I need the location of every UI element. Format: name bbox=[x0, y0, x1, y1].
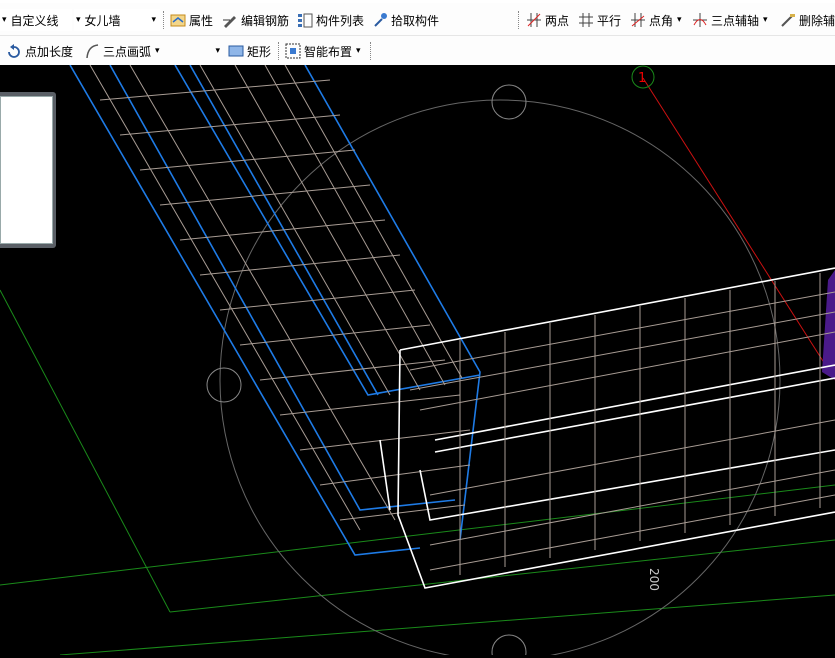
chevron-down-icon: ▾ bbox=[76, 15, 81, 25]
axis-type-value: 自定义线 bbox=[10, 13, 59, 28]
edit-rebar-button[interactable]: 编辑钢筋 bbox=[222, 9, 289, 31]
list-icon bbox=[298, 13, 313, 28]
delete-aux-label: 删除辅 bbox=[799, 13, 835, 28]
chevron-down-icon: ▾ bbox=[155, 46, 160, 56]
axis-line bbox=[642, 77, 835, 381]
rectangle-button[interactable]: 矩形 bbox=[228, 40, 271, 62]
rotation-handle-bottom[interactable] bbox=[491, 634, 527, 658]
rotation-handle-left[interactable] bbox=[206, 367, 242, 403]
chevron-down-icon: ▾ bbox=[2, 15, 7, 25]
delete-aux-button[interactable]: 删除辅 bbox=[780, 9, 835, 31]
chevron-down-icon: ▾ bbox=[677, 15, 682, 25]
smart-layout-label: 智能布置 bbox=[304, 44, 353, 59]
chevron-down-icon: ▾ bbox=[356, 46, 361, 56]
point-length-label: 点加长度 bbox=[25, 44, 74, 59]
smart-layout-icon bbox=[285, 43, 301, 59]
arc-icon bbox=[86, 44, 99, 59]
point-length-button[interactable]: 点加长度 bbox=[6, 40, 73, 62]
three-point-arc-combo[interactable]: 三点画弧 ▾ ▾ bbox=[84, 40, 224, 62]
adjacent-member bbox=[822, 270, 835, 380]
parallel-label: 平行 bbox=[597, 13, 622, 28]
properties-label: 属性 bbox=[189, 13, 214, 28]
three-point-aux-button[interactable]: 三点辅轴 ▾ bbox=[692, 9, 768, 31]
toolbar-separator bbox=[163, 11, 164, 29]
chevron-down-icon: ▾ bbox=[215, 46, 220, 56]
rectangle-icon bbox=[228, 45, 244, 57]
two-points-axis-icon bbox=[527, 13, 541, 27]
point-angle-label: 点角 bbox=[649, 13, 674, 28]
rotation-handle-top[interactable] bbox=[491, 84, 527, 120]
two-points-label: 两点 bbox=[545, 13, 570, 28]
member-value: 女儿墙 bbox=[84, 13, 121, 28]
point-angle-icon bbox=[631, 13, 645, 27]
pick-member-button[interactable]: 拾取构件 bbox=[372, 9, 439, 31]
parallel-axis-icon bbox=[579, 13, 593, 27]
properties-button[interactable]: 属性 bbox=[170, 9, 213, 31]
edit-rebar-label: 编辑钢筋 bbox=[241, 13, 290, 28]
main-toolbar: ▾ 自定义线 ▾ 女儿墙 ▾ 属性 编辑钢筋 构件列表 拾取构件 两点 平行 点… bbox=[0, 0, 835, 35]
selected-wall-outline[interactable] bbox=[69, 64, 481, 556]
three-point-aux-label: 三点辅轴 bbox=[711, 13, 760, 28]
member-list-label: 构件列表 bbox=[316, 13, 365, 28]
dimension-label: 200 bbox=[647, 568, 661, 591]
three-point-arc-label: 三点画弧 bbox=[103, 44, 152, 59]
toolbar-separator bbox=[370, 42, 371, 60]
delete-axis-icon bbox=[781, 14, 795, 27]
rotate-point-icon bbox=[8, 44, 20, 58]
edit-pen-icon bbox=[223, 16, 236, 28]
axis-type-combo[interactable]: ▾ 自定义线 bbox=[0, 9, 72, 31]
view-rotation-circle[interactable] bbox=[219, 99, 781, 658]
rebar-3d-view[interactable]: 1 200 bbox=[0, 64, 835, 658]
toolbar-separator bbox=[518, 11, 519, 29]
properties-icon bbox=[170, 14, 186, 27]
draw-toolbar: 点加长度 三点画弧 ▾ ▾ 矩形 智能布置 ▾ bbox=[0, 35, 835, 65]
chevron-down-icon: ▾ bbox=[763, 15, 768, 25]
two-points-button[interactable]: 两点 bbox=[526, 9, 569, 31]
pick-member-label: 拾取构件 bbox=[391, 13, 440, 28]
member-combo[interactable]: ▾ 女儿墙 ▾ bbox=[74, 9, 160, 31]
smart-layout-button[interactable]: 智能布置 ▾ bbox=[285, 40, 361, 62]
axis-label: 1 bbox=[638, 71, 646, 86]
rectangle-label: 矩形 bbox=[247, 44, 272, 59]
three-point-axis-icon bbox=[693, 13, 707, 27]
wall-rebar-cage bbox=[89, 64, 471, 531]
model-viewport[interactable]: 1 200 bbox=[0, 64, 835, 658]
floating-panel-content[interactable] bbox=[0, 96, 53, 244]
point-angle-button[interactable]: 点角 ▾ bbox=[630, 9, 682, 31]
toolbar-separator bbox=[278, 42, 279, 60]
eyedropper-icon bbox=[374, 13, 387, 27]
chevron-down-icon: ▾ bbox=[151, 15, 156, 25]
floating-panel bbox=[0, 92, 56, 248]
parallel-button[interactable]: 平行 bbox=[578, 9, 621, 31]
member-list-button[interactable]: 构件列表 bbox=[297, 9, 364, 31]
